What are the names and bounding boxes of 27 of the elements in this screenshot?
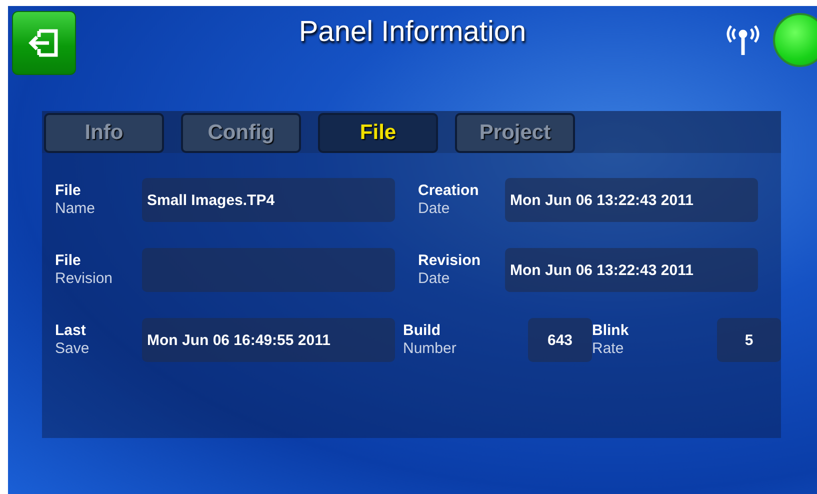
field-label: Last bbox=[55, 322, 87, 340]
field-label: Build bbox=[403, 322, 442, 340]
tab[interactable]: File bbox=[318, 113, 438, 153]
field-label: File bbox=[55, 182, 82, 200]
value-field: Small Images.TP4 bbox=[142, 178, 395, 222]
field-sublabel: Date bbox=[418, 270, 451, 288]
status-indicator bbox=[773, 13, 817, 67]
value-field: 5 bbox=[717, 318, 781, 362]
exit-button[interactable] bbox=[12, 11, 76, 75]
field-label: Blink bbox=[592, 322, 630, 340]
field-label: Revision bbox=[418, 252, 482, 270]
field-sublabel: Save bbox=[55, 340, 90, 358]
tab[interactable]: Project bbox=[455, 113, 575, 153]
value-field: Mon Jun 06 16:49:55 2011 bbox=[142, 318, 395, 362]
page-title: Panel Information bbox=[298, 16, 526, 48]
value-field: 643 bbox=[528, 318, 592, 362]
field-sublabel: Rate bbox=[592, 340, 625, 358]
field-label: Creation bbox=[418, 182, 480, 200]
tab[interactable]: Config bbox=[181, 113, 301, 153]
value-field: Mon Jun 06 13:22:43 2011 bbox=[505, 178, 758, 222]
value-field: Mon Jun 06 13:22:43 2011 bbox=[505, 248, 758, 292]
field-sublabel: Revision bbox=[55, 270, 114, 288]
tab[interactable]: Info bbox=[44, 113, 164, 153]
field-label: File bbox=[55, 252, 82, 270]
field-sublabel: Number bbox=[403, 340, 458, 358]
field-sublabel: Name bbox=[55, 200, 96, 218]
field-sublabel: Date bbox=[418, 200, 451, 218]
